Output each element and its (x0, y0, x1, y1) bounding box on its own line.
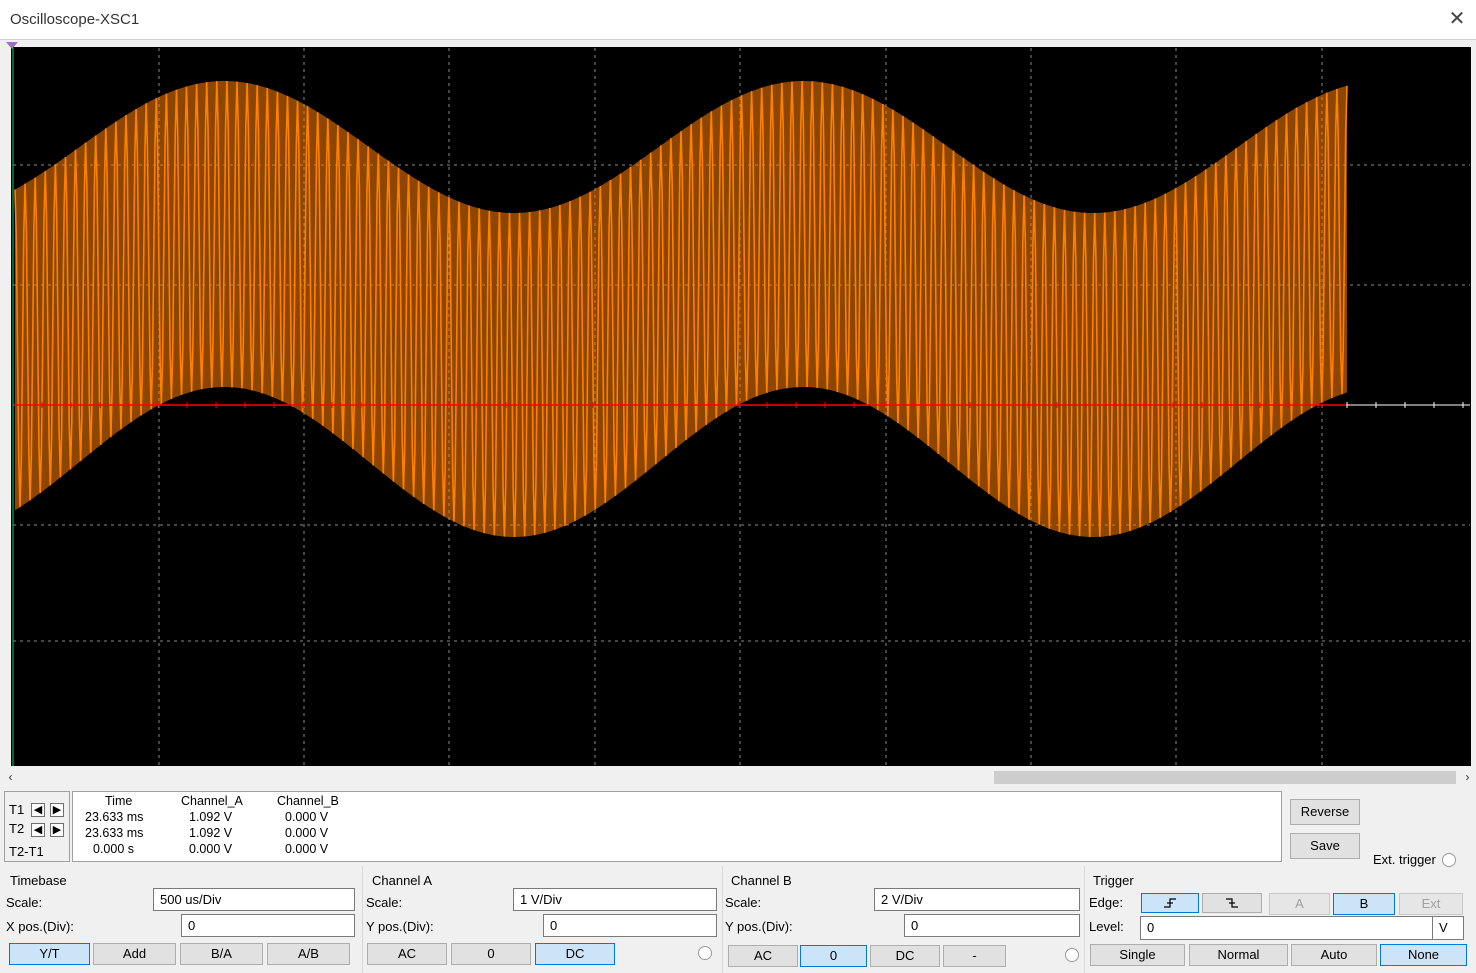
channel-b-zero-button[interactable]: 0 (800, 945, 867, 967)
t2-channel-a: 1.092 V (189, 826, 233, 840)
ext-trigger-radio[interactable] (1442, 853, 1456, 867)
channel-b-ypos-field[interactable]: 0 (904, 914, 1080, 937)
t2-t1-label: T2-T1 (9, 844, 44, 859)
timebase-scale-label: Scale: (6, 895, 43, 910)
divider (1084, 866, 1085, 973)
mode-add-button[interactable]: Add (93, 943, 176, 965)
divider (722, 866, 723, 973)
trigger-level-field[interactable]: 0 (1140, 916, 1433, 940)
t2-right-arrow-icon[interactable]: ▶ (50, 823, 64, 837)
t1-time: 23.633 ms (85, 810, 144, 824)
channel-a-title: Channel A (372, 873, 432, 888)
channel-a-zero-button[interactable]: 0 (451, 943, 531, 965)
scope-display (0, 40, 1476, 768)
trigger-normal-button[interactable]: Normal (1189, 944, 1288, 966)
title-bar: Oscilloscope-XSC1 ✕ (0, 0, 1476, 40)
trigger-auto-button[interactable]: Auto (1291, 944, 1377, 966)
timebase-title: Timebase (10, 873, 67, 888)
rising-edge-icon (1164, 898, 1176, 908)
trigger-source-ext-button[interactable]: Ext (1399, 893, 1463, 915)
channel-b-radio[interactable] (1065, 948, 1079, 962)
falling-edge-icon (1226, 898, 1238, 908)
channel-b-ypos-label: Y pos.(Div): (725, 919, 793, 934)
channel-b-scale-label: Scale: (725, 895, 762, 910)
channel-a-radio[interactable] (698, 946, 712, 960)
close-icon[interactable]: ✕ (1446, 8, 1468, 30)
trigger-source-a-button[interactable]: A (1269, 893, 1330, 915)
t1-right-arrow-icon[interactable]: ▶ (50, 803, 64, 817)
channel-a-dc-button[interactable]: DC (535, 943, 615, 965)
channel-a-ypos-label: Y pos.(Div): (366, 919, 434, 934)
scroll-right-icon[interactable]: › (1459, 769, 1476, 786)
window-title: Oscilloscope-XSC1 (10, 11, 140, 28)
scroll-left-icon[interactable]: ‹ (2, 769, 19, 786)
readout-table: Time Channel_A Channel_B 23.633 ms 1.092… (72, 791, 1282, 862)
falling-edge-button[interactable] (1202, 893, 1262, 913)
col-header-channel-b: Channel_B (277, 794, 339, 808)
rising-edge-button[interactable] (1141, 893, 1199, 913)
diff-time: 0.000 s (93, 842, 135, 856)
channel-b-minus-button[interactable]: - (943, 945, 1006, 967)
channel-a-ypos-field[interactable]: 0 (543, 914, 717, 937)
channel-b-ac-button[interactable]: AC (728, 945, 798, 967)
timebase-xpos-label: X pos.(Div): (6, 919, 74, 934)
t2-channel-b: 0.000 V (285, 826, 329, 840)
t1-left-arrow-icon[interactable]: ◀ (31, 803, 45, 817)
save-button[interactable]: Save (1290, 833, 1360, 859)
channel-a-scale-label: Scale: (366, 895, 403, 910)
divider (362, 866, 363, 973)
mode-yt-button[interactable]: Y/T (9, 943, 90, 965)
diff-channel-b: 0.000 V (285, 842, 329, 856)
cursor-controls: T1 ◀ ▶ T2 ◀ ▶ T2-T1 (4, 791, 70, 862)
scroll-thumb[interactable] (994, 771, 1456, 784)
t1-label: T1 (9, 802, 25, 817)
t1-channel-a: 1.092 V (189, 810, 233, 824)
channel-a-scale-field[interactable]: 1 V/Div (513, 888, 717, 911)
trigger-level-label: Level: (1089, 919, 1124, 934)
trigger-single-button[interactable]: Single (1090, 944, 1185, 966)
channel-b-scale-field[interactable]: 2 V/Div (874, 888, 1080, 911)
mode-ab-button[interactable]: A/B (267, 943, 350, 965)
channel-b-title: Channel B (731, 873, 792, 888)
reverse-button[interactable]: Reverse (1290, 799, 1360, 825)
t2-label: T2 (9, 821, 25, 836)
cursor-readout: T1 ◀ ▶ T2 ◀ ▶ T2-T1 Time Channel_A Chann… (4, 791, 1282, 862)
channel-b-dc-button[interactable]: DC (870, 945, 940, 967)
trigger-edge-label: Edge: (1089, 895, 1123, 910)
col-header-channel-a: Channel_A (181, 794, 243, 808)
scope-screen (0, 40, 1476, 768)
horizontal-scrollbar[interactable]: ‹ › (0, 769, 1476, 786)
trigger-none-button[interactable]: None (1380, 944, 1467, 966)
diff-channel-a: 0.000 V (189, 842, 233, 856)
channel-a-ac-button[interactable]: AC (367, 943, 447, 965)
timebase-scale-field[interactable]: 500 us/Div (153, 888, 355, 911)
ext-trigger-label: Ext. trigger (1373, 852, 1436, 867)
t1-channel-b: 0.000 V (285, 810, 329, 824)
t2-left-arrow-icon[interactable]: ◀ (31, 823, 45, 837)
mode-ba-button[interactable]: B/A (180, 943, 263, 965)
trigger-level-unit[interactable]: V (1432, 916, 1464, 940)
col-header-time: Time (105, 794, 133, 808)
t2-time: 23.633 ms (85, 826, 144, 840)
trigger-title: Trigger (1093, 873, 1134, 888)
trigger-source-b-button[interactable]: B (1333, 893, 1395, 915)
timebase-xpos-field[interactable]: 0 (181, 914, 355, 937)
